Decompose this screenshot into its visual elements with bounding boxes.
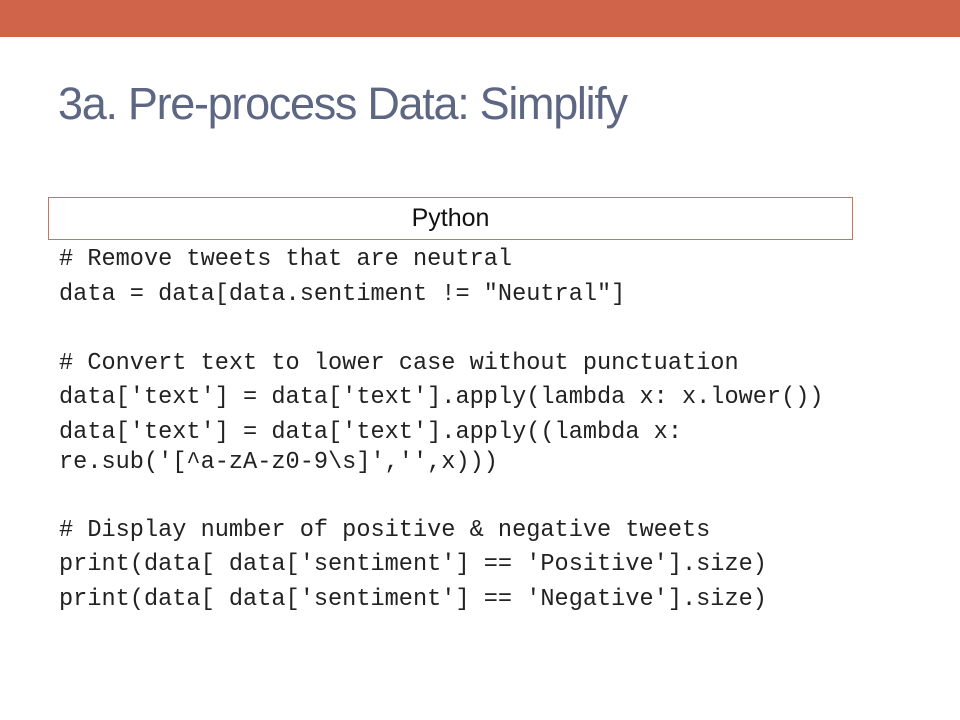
code-comment: # Convert text to lower case without pun… [59, 350, 739, 377]
code-language-label: Python [48, 197, 853, 240]
code-line: re.sub('[^a-zA-z0-9\s]','',x))) [59, 449, 498, 476]
code-comment: # Remove tweets that are neutral [59, 246, 513, 273]
code-comment: # Display number of positive & negative … [59, 517, 711, 544]
code-line: print(data[ data['sentiment'] == 'Negati… [59, 586, 767, 613]
code-line: data['text'] = data['text'].apply(lambda… [59, 384, 824, 411]
code-line: data = data[data.sentiment != "Neutral"] [59, 281, 626, 308]
code-line: data['text'] = data['text'].apply((lambd… [59, 419, 682, 446]
code-line: print(data[ data['sentiment'] == 'Positi… [59, 551, 767, 578]
slide-title: 3a. Pre-process Data: Simplify [58, 78, 628, 129]
top-accent-bar [0, 0, 960, 37]
